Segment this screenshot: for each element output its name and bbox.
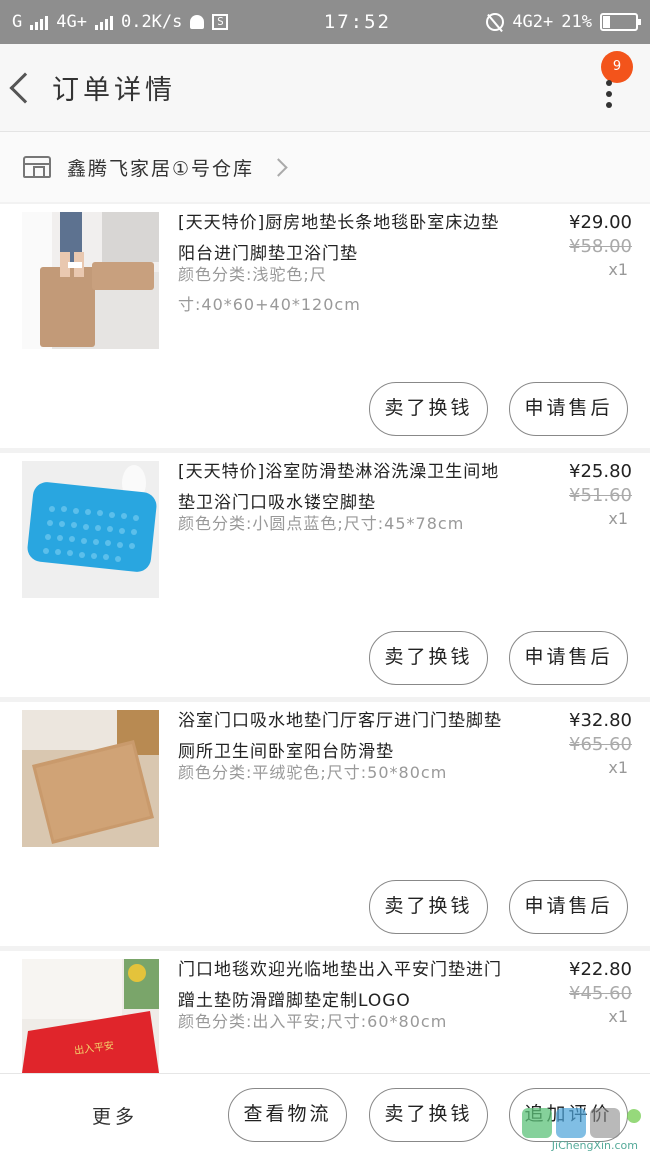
back-icon[interactable] <box>9 71 41 104</box>
status-bar: G 4G+ 0.2K/s S 17:52 4G2+ 21% <box>0 0 650 44</box>
product-image <box>22 710 159 847</box>
shop-row[interactable]: 鑫腾飞家居①号仓库 <box>0 132 650 202</box>
order-item[interactable]: 出入平安 门口地毯欢迎光临地垫出入平安门垫进门蹭土垫防滑蹭脚垫定制LOGO 颜色… <box>0 951 650 1073</box>
item-price: ¥29.00 <box>569 212 632 233</box>
clock: 17:52 <box>323 11 391 33</box>
item-original-price: ¥51.60 <box>569 485 632 506</box>
item-quantity: x1 <box>608 260 628 279</box>
shop-name: 鑫腾飞家居①号仓库 <box>67 157 255 180</box>
notification-badge: 9 <box>601 51 633 83</box>
network-label-right: 4G2+ <box>512 12 554 32</box>
page-title: 订单详情 <box>52 75 176 106</box>
item-spec: 颜色分类:浅驼色;尺寸:40*60+40*120cm <box>178 265 361 314</box>
item-original-price: ¥58.00 <box>569 236 632 257</box>
after-sales-button[interactable]: 申请售后 <box>509 631 628 685</box>
battery-icon <box>599 13 641 31</box>
sell-button[interactable]: 卖了换钱 <box>369 1088 488 1142</box>
more-options-icon[interactable] <box>606 80 612 108</box>
item-price: ¥22.80 <box>569 959 632 980</box>
item-spec: 颜色分类:平绒驼色;尺寸:50*80cm <box>178 763 448 782</box>
mute-alarm-icon <box>486 13 505 31</box>
item-original-price: ¥65.60 <box>569 734 632 755</box>
item-original-price: ¥45.60 <box>569 983 632 1004</box>
watermark: JiChengXin.com <box>520 1104 646 1154</box>
bottom-action-bar: 更多 查看物流 卖了换钱 追加评价 JiChengXin.com <box>0 1073 650 1155</box>
after-sales-button[interactable]: 申请售后 <box>509 880 628 934</box>
order-item[interactable]: 浴室门口吸水地垫门厅客厅进门门垫脚垫厕所卫生间卧室阳台防滑垫 颜色分类:平绒驼色… <box>0 702 650 946</box>
product-image <box>22 461 159 598</box>
chevron-right-icon <box>269 157 288 177</box>
s-box-icon: S <box>212 14 229 30</box>
product-image <box>22 212 159 349</box>
product-image: 出入平安 <box>22 959 159 1073</box>
store-icon <box>23 156 51 178</box>
sell-button[interactable]: 卖了换钱 <box>369 382 488 436</box>
battery-level <box>602 16 610 28</box>
item-price: ¥32.80 <box>569 710 632 731</box>
sell-button[interactable]: 卖了换钱 <box>369 631 488 685</box>
item-spec: 颜色分类:小圆点蓝色;尺寸:45*78cm <box>178 514 465 533</box>
battery-percent: 21% <box>561 12 592 32</box>
view-logistics-button[interactable]: 查看物流 <box>228 1088 347 1142</box>
order-item[interactable]: [天天特价]厨房地垫长条地毯卧室床边垫阳台进门脚垫卫浴门垫 颜色分类:浅驼色;尺… <box>0 204 650 448</box>
after-sales-button[interactable]: 申请售后 <box>509 382 628 436</box>
item-quantity: x1 <box>608 758 628 777</box>
more-link[interactable]: 更多 <box>92 1102 138 1129</box>
status-left: G 4G+ 0.2K/s S <box>12 12 229 32</box>
network-speed: 0.2K/s <box>120 12 183 32</box>
watermark-text: JiChengXin.com <box>551 1139 638 1152</box>
order-item[interactable]: [天天特价]浴室防滑垫淋浴洗澡卫生间地垫卫浴门口吸水镂空脚垫 颜色分类:小圆点蓝… <box>0 453 650 697</box>
signal-icon <box>30 14 49 30</box>
signal-icon-2 <box>94 14 113 30</box>
bell-icon <box>190 15 205 29</box>
carrier-label: G <box>12 12 23 32</box>
network-label-left: 4G+ <box>56 12 87 32</box>
item-quantity: x1 <box>608 1007 628 1026</box>
item-quantity: x1 <box>608 509 628 528</box>
item-spec: 颜色分类:出入平安;尺寸:60*80cm <box>178 1012 448 1031</box>
page-header: 订单详情 9 <box>0 44 650 132</box>
item-price: ¥25.80 <box>569 461 632 482</box>
status-right: 4G2+ 21% <box>486 12 641 32</box>
sell-button[interactable]: 卖了换钱 <box>369 880 488 934</box>
